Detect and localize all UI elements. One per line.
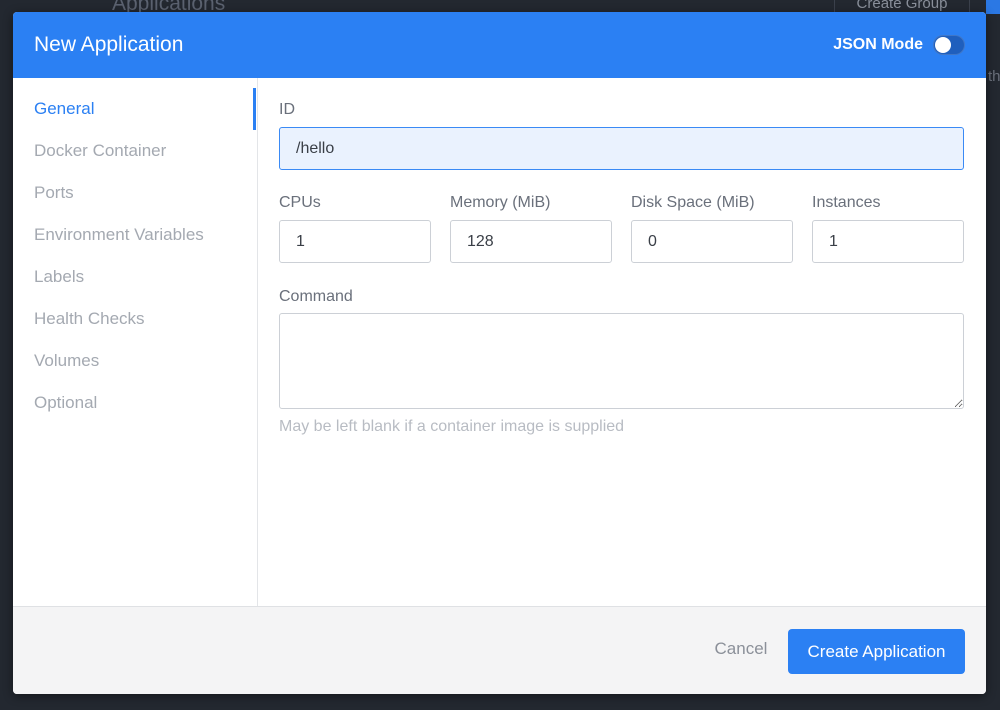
new-application-modal: New Application JSON Mode General Docker… bbox=[13, 12, 986, 694]
sidebar-item-optional[interactable]: Optional bbox=[34, 391, 97, 415]
disk-space-input[interactable] bbox=[631, 220, 793, 263]
command-help-text: May be left blank if a container image i… bbox=[279, 418, 625, 435]
modal-title: New Application bbox=[34, 33, 184, 56]
command-label: Command bbox=[279, 288, 353, 305]
json-mode-label: JSON Mode bbox=[833, 36, 923, 53]
id-label: ID bbox=[279, 101, 295, 118]
instances-label: Instances bbox=[812, 194, 881, 211]
disk-space-label: Disk Space (MiB) bbox=[631, 194, 755, 211]
sidebar-item-ports[interactable]: Ports bbox=[34, 181, 74, 205]
toggle-knob bbox=[935, 37, 951, 53]
modal-footer: Cancel Create Application bbox=[13, 606, 986, 694]
background-primary-button bbox=[986, 0, 1000, 14]
cpus-label: CPUs bbox=[279, 194, 321, 211]
memory-input[interactable] bbox=[450, 220, 612, 263]
sidebar-item-volumes[interactable]: Volumes bbox=[34, 349, 99, 373]
json-mode-toggle[interactable] bbox=[933, 35, 965, 55]
sidebar-item-general[interactable]: General bbox=[34, 97, 94, 121]
cancel-button[interactable]: Cancel bbox=[703, 634, 779, 664]
sidebar-item-health-checks[interactable]: Health Checks bbox=[34, 307, 145, 331]
background-side-text: th bbox=[988, 68, 1000, 85]
instances-input[interactable] bbox=[812, 220, 964, 263]
id-input[interactable] bbox=[279, 127, 964, 170]
command-textarea[interactable] bbox=[279, 313, 964, 409]
active-nav-indicator bbox=[253, 88, 256, 130]
sidebar-item-docker-container[interactable]: Docker Container bbox=[34, 139, 166, 163]
modal-header: New Application JSON Mode bbox=[13, 12, 986, 78]
sidebar-item-environment-variables[interactable]: Environment Variables bbox=[34, 223, 204, 247]
json-mode-toggle-group: JSON Mode bbox=[833, 33, 965, 57]
create-application-button[interactable]: Create Application bbox=[788, 629, 965, 674]
cpus-input[interactable] bbox=[279, 220, 431, 263]
sidebar-item-labels[interactable]: Labels bbox=[34, 265, 84, 289]
sidebar-nav: General Docker Container Ports Environme… bbox=[13, 78, 258, 606]
memory-label: Memory (MiB) bbox=[450, 194, 551, 211]
